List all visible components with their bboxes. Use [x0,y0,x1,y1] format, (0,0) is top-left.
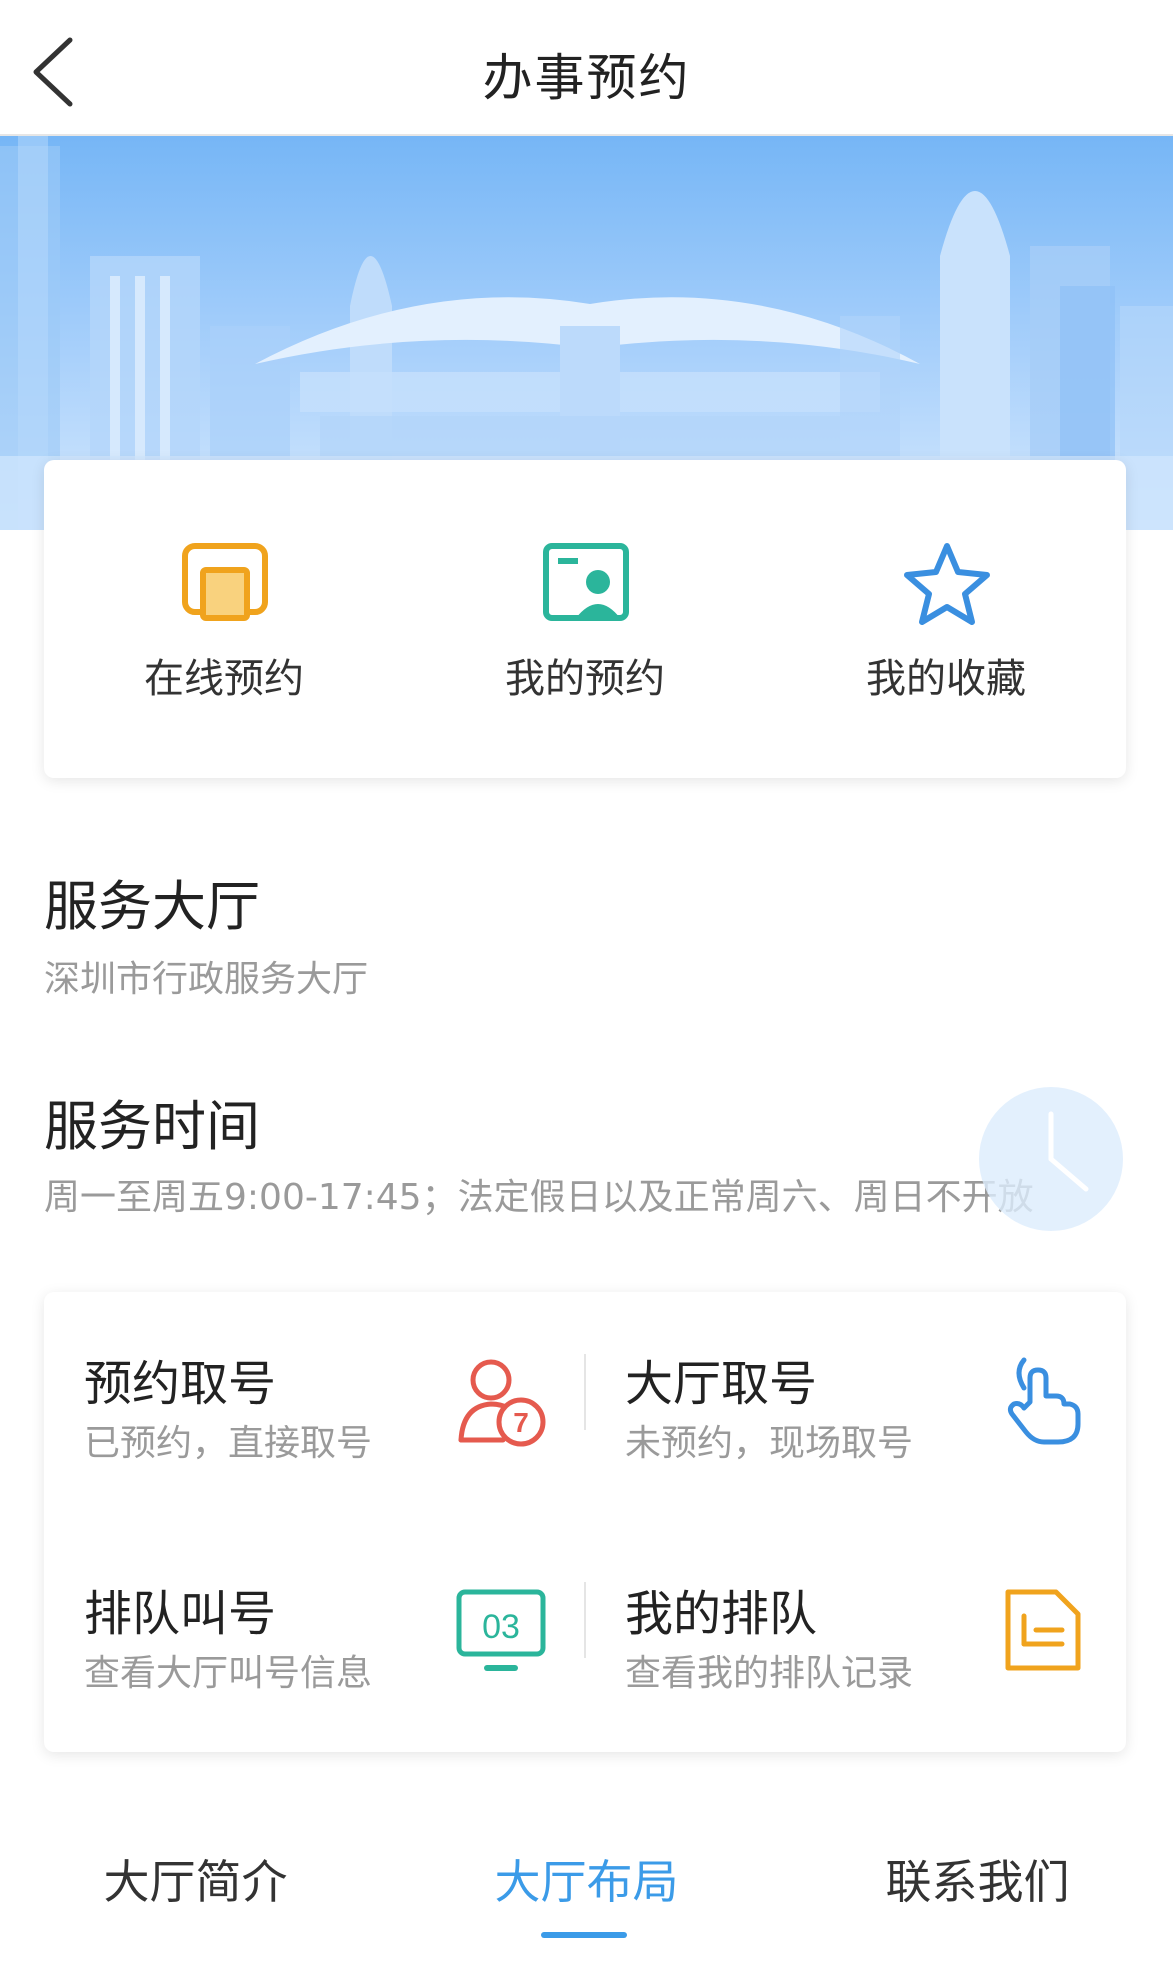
tab-contact-us[interactable]: 联系我们 [782,1846,1173,1912]
service-title: 排队叫号 [84,1586,277,1642]
monitor-icon: 03 [456,1589,546,1671]
active-tab-indicator [541,1932,627,1938]
window-icon [182,543,268,621]
tab-hall-intro[interactable]: 大厅简介 [0,1846,391,1912]
appointment-ticket-button[interactable]: 预约取号 已预约，直接取号 7 [44,1292,585,1492]
quick-action-label: 在线预约 [144,656,304,702]
service-hours-text: 周一至周五9:00-17:45；法定假日以及正常周六、周日不开放 [44,1177,1034,1218]
service-desc: 查看大厅叫号信息 [84,1653,373,1694]
hall-ticket-button[interactable]: 大厅取号 未预约，现场取号 [585,1292,1126,1492]
service-desc: 已预约，直接取号 [84,1423,373,1464]
svg-text:03: 03 [482,1608,520,1646]
service-desc: 查看我的排队记录 [625,1653,914,1694]
bottom-tabs: 大厅简介 大厅布局 联系我们 [0,1820,1173,1967]
my-favorites-button[interactable]: 我的收藏 [766,460,1126,778]
svg-text:7: 7 [513,1407,529,1438]
quick-actions-card: 在线预约 我的预约 我的收藏 [44,460,1126,778]
my-bookings-button[interactable]: 我的预约 [405,460,765,778]
document-icon [1005,1589,1081,1671]
services-card: 预约取号 已预约，直接取号 7 大厅取号 未预约，现场取号 排队叫号 查看大厅叫… [44,1292,1126,1752]
service-title: 预约取号 [84,1356,277,1412]
person-number-icon: 7 [458,1359,546,1447]
tab-hall-layout[interactable]: 大厅布局 [391,1846,782,1912]
top-bar: 办事预约 [0,0,1173,136]
service-desc: 未预约，现场取号 [625,1423,914,1464]
hall-section-title: 服务大厅 [44,875,260,938]
quick-action-label: 我的收藏 [866,656,1026,702]
service-title: 我的排队 [625,1586,818,1642]
queue-calling-button[interactable]: 排队叫号 查看大厅叫号信息 03 [44,1522,585,1722]
hours-section-title: 服务时间 [44,1095,260,1158]
my-queue-button[interactable]: 我的排队 查看我的排队记录 [585,1522,1126,1722]
page-title: 办事预约 [482,49,691,107]
star-icon [904,543,990,625]
clock-icon [979,1087,1123,1231]
hand-tap-icon [1007,1357,1081,1445]
hall-name: 深圳市行政服务大厅 [44,959,369,1000]
quick-action-label: 我的预约 [505,656,665,702]
id-card-icon [543,543,629,621]
service-title: 大厅取号 [625,1356,818,1412]
online-booking-button[interactable]: 在线预约 [44,460,404,778]
